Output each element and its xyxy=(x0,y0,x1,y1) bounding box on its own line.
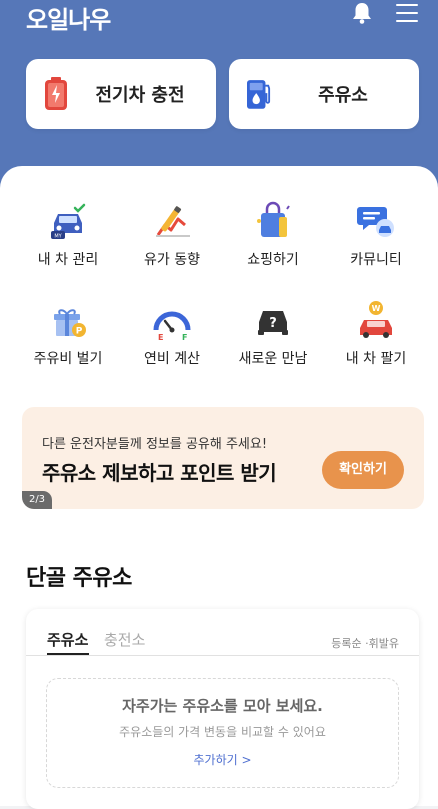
svg-text:?: ? xyxy=(269,316,277,331)
menu-label: 새로운 만남 xyxy=(238,351,308,367)
banner-subtitle: 다른 운전자분들께 정보를 공유해 주세요! xyxy=(42,437,268,452)
menu-label: 주유비 벌기 xyxy=(33,351,103,367)
community-chat-icon xyxy=(357,207,394,237)
menu-my-car[interactable]: MY 내 차 관리 xyxy=(18,201,118,269)
my-car-icon: MY xyxy=(51,203,86,240)
confirm-button[interactable]: 확인하기 xyxy=(322,451,404,489)
banner-page-indicator: 2/3 xyxy=(22,491,52,509)
menu-shopping[interactable]: 쇼핑하기 xyxy=(223,201,323,269)
menu-community[interactable]: 카뮤니티 xyxy=(326,201,426,269)
empty-description: 주유소들의 가격 변동을 비교할 수 있어요 xyxy=(119,725,326,739)
menu-label: 유가 동향 xyxy=(144,252,200,268)
menu-label: 쇼핑하기 xyxy=(247,252,299,268)
add-favorite-link[interactable]: 추가하기 > xyxy=(47,751,398,768)
empty-title: 자주가는 주유소를 모아 보세요. xyxy=(122,697,323,715)
tab-divider xyxy=(26,655,419,656)
shopping-bag-icon xyxy=(257,201,290,237)
sell-car-icon: W xyxy=(360,301,392,338)
price-trend-icon xyxy=(156,206,190,237)
svg-text:W: W xyxy=(372,304,381,313)
menu-label: 카뮤니티 xyxy=(350,252,402,268)
menu-label: 연비 계산 xyxy=(144,351,200,367)
mystery-car-icon: ? xyxy=(258,311,288,335)
gas-station-button[interactable]: 주유소 xyxy=(229,59,419,129)
svg-text:F: F xyxy=(182,333,187,340)
app-logo[interactable]: 오일나우 xyxy=(26,0,111,35)
sort-filter[interactable]: 등록순 ·휘발유 xyxy=(331,635,399,651)
menu-sell-car[interactable]: W 내 차 팔기 xyxy=(326,300,426,368)
menu-new-meeting[interactable]: ? 새로운 만남 xyxy=(223,300,323,368)
menu-label: 내 차 팔기 xyxy=(345,351,407,367)
banner-title: 주유소 제보하고 포인트 받기 xyxy=(42,461,277,485)
menu-earn-fuel[interactable]: P 주유비 벌기 xyxy=(18,300,118,368)
tab-gas-stations[interactable]: 주유소 xyxy=(47,629,88,650)
fuel-gauge-icon: E F xyxy=(153,311,191,340)
svg-text:MY: MY xyxy=(54,234,62,240)
tab-charging-stations[interactable]: 충전소 xyxy=(104,629,145,650)
promo-banner[interactable]: 다른 운전자분들께 정보를 공유해 주세요! 주유소 제보하고 포인트 받기 확… xyxy=(22,407,424,509)
menu-fuel-calc[interactable]: E F 연비 계산 xyxy=(122,300,222,368)
ev-charging-label: 전기차 충전 xyxy=(95,85,185,106)
ev-charging-button[interactable]: 전기차 충전 xyxy=(26,59,216,129)
menu-price-trend[interactable]: 유가 동향 xyxy=(122,201,222,269)
favorite-stations-card: 주유소 충전소 등록순 ·휘발유 자주가는 주유소를 모아 보세요. 주유소들의… xyxy=(26,609,419,809)
bell-icon[interactable] xyxy=(350,2,374,24)
svg-text:P: P xyxy=(76,327,83,337)
empty-state-box: 자주가는 주유소를 모아 보세요. 주유소들의 가격 변동을 비교할 수 있어요… xyxy=(46,678,399,788)
gift-icon: P xyxy=(54,309,86,337)
svg-text:E: E xyxy=(158,333,163,340)
gas-station-label: 주유소 xyxy=(318,85,368,106)
section-title: 단골 주유소 xyxy=(26,566,132,591)
hamburger-menu-icon[interactable] xyxy=(396,4,418,22)
menu-label: 내 차 관리 xyxy=(37,252,99,268)
